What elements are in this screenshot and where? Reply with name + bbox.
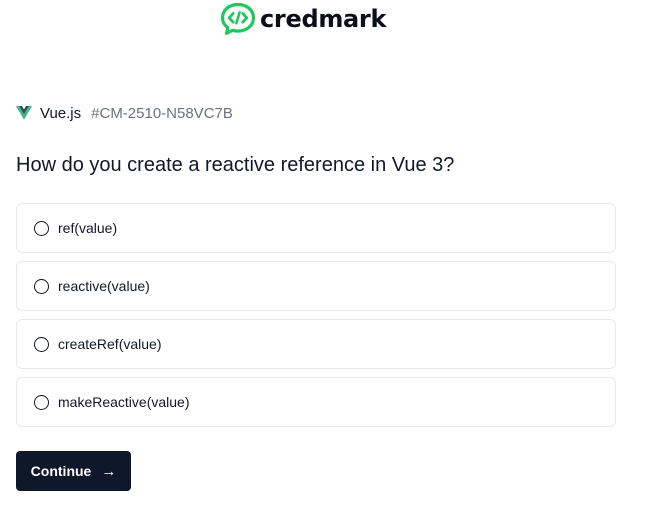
continue-label: Continue	[30, 463, 92, 479]
brand-name: credmark	[260, 4, 387, 33]
topic-name: Vue.js	[40, 104, 82, 122]
option-label: createRef(value)	[58, 336, 162, 352]
arrow-right-icon: →	[101, 462, 117, 480]
radio-button[interactable]	[34, 336, 49, 352]
vue-icon	[16, 106, 32, 120]
option-ref[interactable]: ref(value)	[16, 203, 616, 253]
option-createref[interactable]: createRef(value)	[16, 319, 616, 369]
topic-row: Vue.js #CM-2510-N58VC7B	[16, 102, 233, 124]
radio-button[interactable]	[34, 220, 49, 236]
option-makereactive[interactable]: makeReactive(value)	[16, 377, 616, 427]
option-label: ref(value)	[58, 220, 118, 236]
answer-options: ref(value) reactive(value) createRef(val…	[16, 203, 616, 427]
continue-button[interactable]: Continue →	[16, 451, 131, 491]
option-reactive[interactable]: reactive(value)	[16, 261, 616, 311]
radio-button[interactable]	[34, 394, 49, 410]
code-bubble-icon	[220, 2, 256, 35]
question-text: How do you create a reactive reference i…	[16, 154, 455, 176]
option-label: reactive(value)	[58, 278, 150, 294]
option-label: makeReactive(value)	[58, 394, 190, 410]
radio-button[interactable]	[34, 278, 49, 294]
question-code: #CM-2510-N58VC7B	[91, 104, 233, 122]
brand-logo: credmark	[220, 2, 386, 36]
